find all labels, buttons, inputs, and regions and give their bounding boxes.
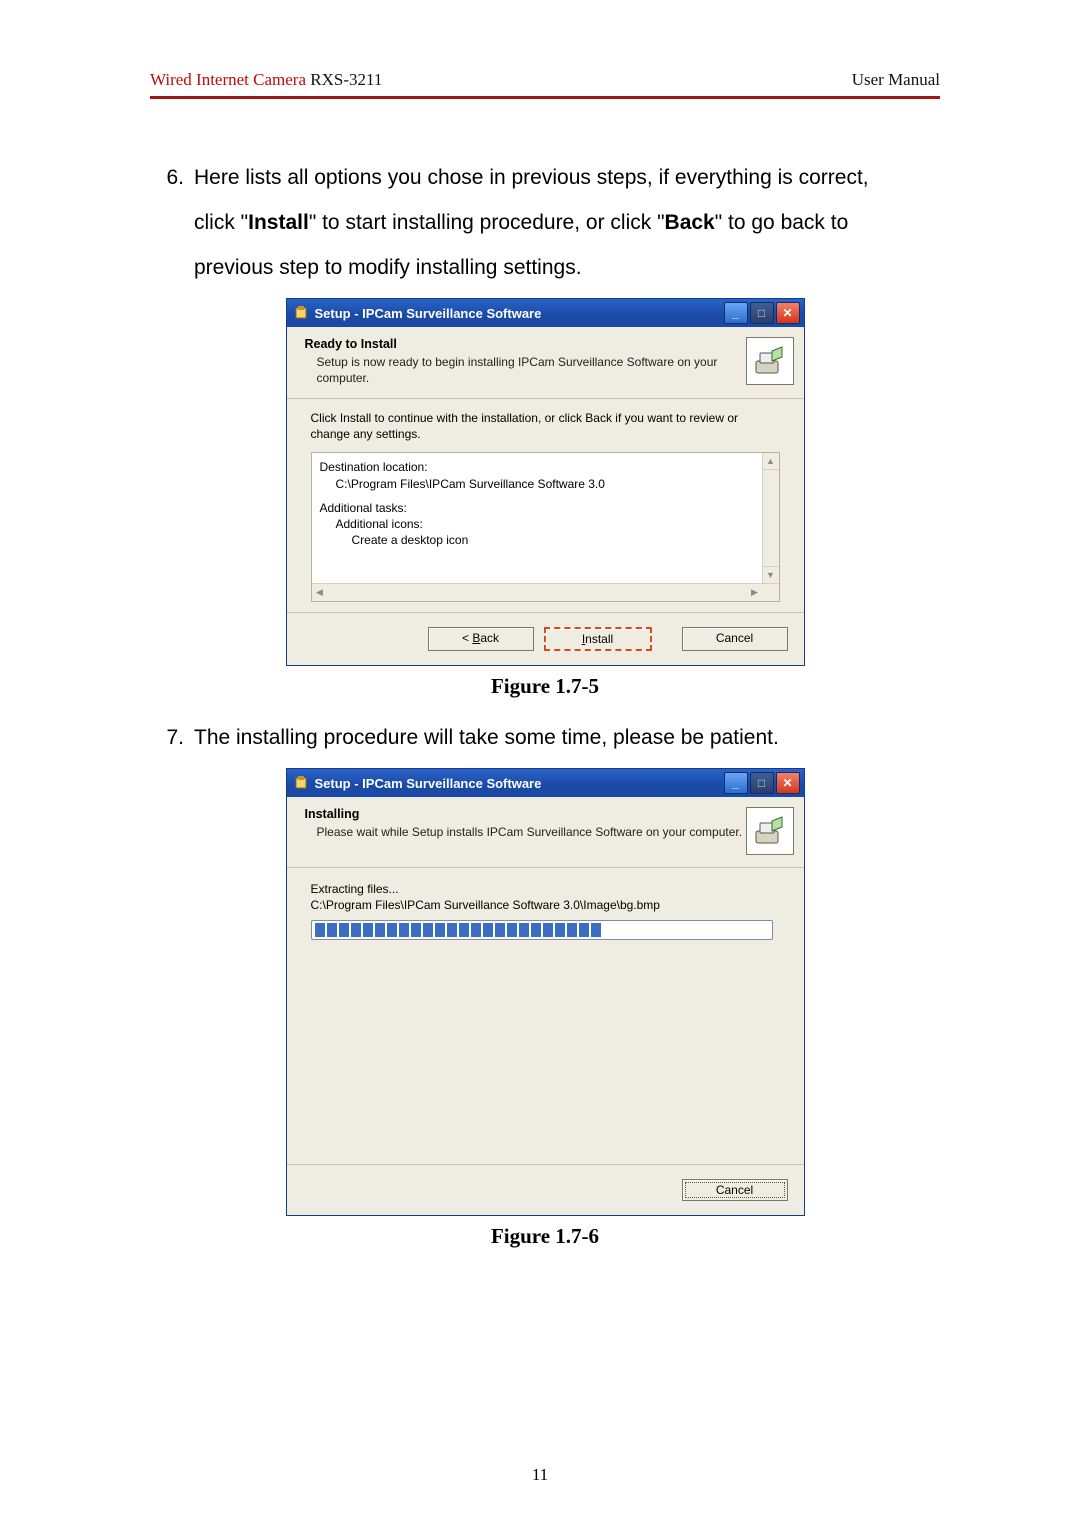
wizard-header: Ready to Install Setup is now ready to b…	[287, 327, 804, 399]
maximize-button[interactable]: □	[750, 772, 774, 794]
scroll-down-icon[interactable]: ▼	[763, 566, 779, 583]
back-button[interactable]: < Back	[428, 627, 534, 651]
desktop-icon-label: Create a desktop icon	[320, 532, 771, 548]
step-7-number: 7.	[150, 715, 194, 760]
step-6-number: 6.	[150, 155, 194, 290]
minimize-button[interactable]: _	[724, 772, 748, 794]
doc-type: User Manual	[852, 70, 940, 90]
setup-icon	[293, 305, 309, 321]
cancel-button[interactable]: Cancel	[682, 1179, 788, 1201]
wizard-subtext: Setup is now ready to begin installing I…	[305, 355, 746, 386]
dest-path: C:\Program Files\IPCam Surveillance Soft…	[320, 476, 771, 492]
page-number: 11	[0, 1465, 1080, 1485]
step-6-line3: previous step to modify installing setti…	[194, 256, 582, 279]
step-6-line2-pre: click "	[194, 211, 248, 234]
model-number: RXS-3211	[306, 70, 382, 89]
scroll-up-icon[interactable]: ▲	[763, 453, 779, 470]
wizard-heading: Ready to Install	[305, 337, 746, 351]
wizard-instruction: Click Install to continue with the insta…	[311, 411, 780, 442]
setup-window-installing: Setup - IPCam Surveillance Software _ □ …	[286, 768, 805, 1216]
figure-1-7-6-caption: Figure 1.7-6	[150, 1224, 940, 1249]
minimize-button[interactable]: _	[724, 302, 748, 324]
setup-window-ready: Setup - IPCam Surveillance Software _ □ …	[286, 298, 805, 666]
step-6-line2-mid: " to start installing procedure, or clic…	[309, 211, 665, 234]
back-rest: ack	[480, 631, 499, 645]
step-7-body: The installing procedure will take some …	[194, 715, 940, 760]
title-bar: Setup - IPCam Surveillance Software _ □ …	[287, 299, 804, 327]
wizard-icon	[746, 337, 794, 385]
figure-1-7-5-caption: Figure 1.7-5	[150, 674, 940, 699]
title-bar: Setup - IPCam Surveillance Software _ □ …	[287, 769, 804, 797]
summary-box: Destination location: C:\Program Files\I…	[311, 452, 780, 602]
step-6-back-word: Back	[665, 211, 715, 234]
step-6-line2-post: " to go back to	[715, 211, 849, 234]
extracting-label: Extracting files...	[311, 882, 780, 896]
step-7-text: The installing procedure will take some …	[194, 726, 779, 749]
step-6-body: Here lists all options you chose in prev…	[194, 155, 940, 290]
vertical-scrollbar[interactable]: ▲ ▼	[762, 453, 779, 583]
extracting-path: C:\Program Files\IPCam Surveillance Soft…	[311, 898, 780, 912]
scroll-right-icon[interactable]: ▶	[747, 584, 763, 601]
wizard-heading: Installing	[305, 807, 746, 821]
step-6-line1: Here lists all options you chose in prev…	[194, 166, 869, 189]
progress-bar	[311, 920, 773, 940]
back-prefix: <	[462, 631, 472, 645]
horizontal-scrollbar[interactable]: ◀ ▶	[312, 583, 779, 601]
wizard-icon	[746, 807, 794, 855]
wizard-subtext: Please wait while Setup installs IPCam S…	[305, 825, 746, 840]
install-button[interactable]: Install	[544, 627, 652, 651]
product-name: Wired Internet Camera	[150, 70, 306, 89]
cancel-button[interactable]: Cancel	[682, 627, 788, 651]
tasks-label: Additional tasks:	[320, 500, 771, 516]
scroll-left-icon[interactable]: ◀	[312, 584, 328, 601]
window-title: Setup - IPCam Surveillance Software	[315, 776, 724, 791]
wizard-header: Installing Please wait while Setup insta…	[287, 797, 804, 868]
install-rest: nstall	[585, 632, 613, 646]
window-title: Setup - IPCam Surveillance Software	[315, 306, 724, 321]
icons-label: Additional icons:	[320, 516, 771, 532]
close-button[interactable]: ✕	[776, 302, 800, 324]
close-button[interactable]: ✕	[776, 772, 800, 794]
setup-icon	[293, 775, 309, 791]
dest-label: Destination location:	[320, 459, 771, 475]
step-6-install-word: Install	[248, 211, 309, 234]
maximize-button[interactable]: □	[750, 302, 774, 324]
